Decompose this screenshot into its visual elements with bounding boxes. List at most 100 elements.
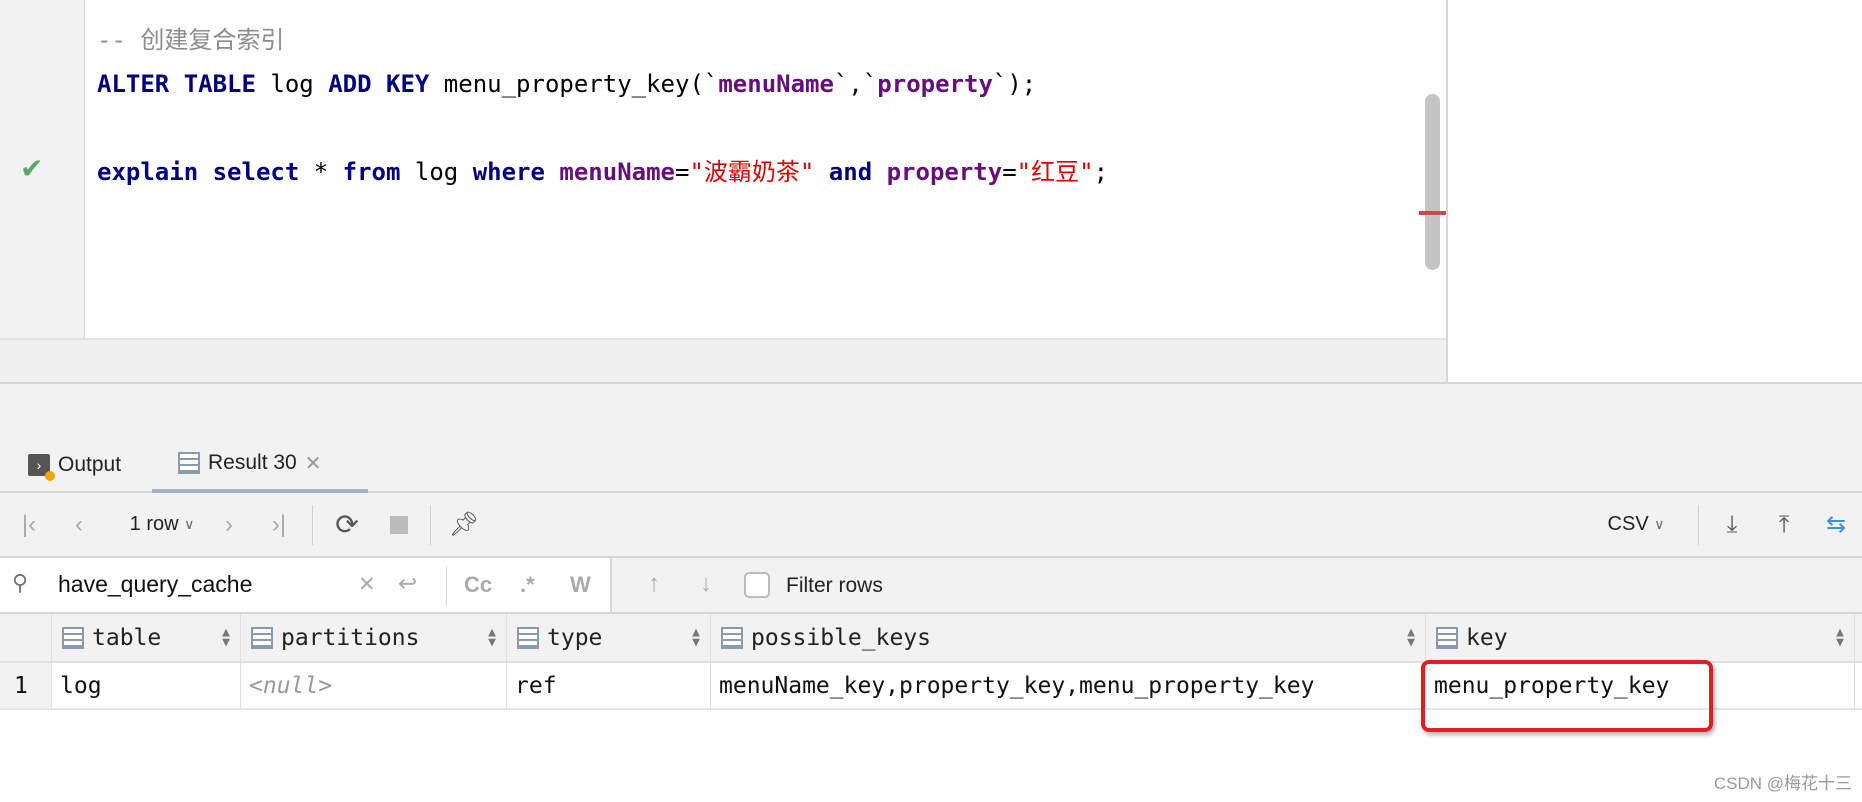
download-icon[interactable]: ⤓ bbox=[1716, 493, 1748, 556]
tab-label: Result 30 bbox=[208, 451, 297, 474]
column-icon bbox=[721, 626, 743, 649]
kw: where bbox=[472, 158, 545, 186]
highlight-annotation bbox=[1421, 660, 1713, 732]
column-icon bbox=[517, 626, 539, 649]
search-icon[interactable]: ⚲ bbox=[12, 570, 28, 596]
txt: `,` bbox=[833, 70, 878, 98]
result-toolbar: |‹ ‹ 1 row ∨ › ›| ⟳ 📌︎ CSV ∨ ⤓ ⤒ ⇆ bbox=[0, 493, 1862, 558]
separator bbox=[430, 505, 431, 545]
ident: menuName bbox=[718, 70, 834, 98]
clear-icon[interactable]: ✕ bbox=[358, 572, 376, 597]
chevron-down-icon: ∨ bbox=[1654, 516, 1665, 532]
ident: menuName bbox=[559, 158, 675, 186]
code-line-alter: ALTER TABLE log ADD KEY menu_property_ke… bbox=[97, 62, 1036, 106]
next-match-icon[interactable]: ↓ bbox=[700, 570, 712, 598]
txt: = bbox=[1002, 158, 1017, 186]
txt: ; bbox=[1093, 158, 1109, 186]
match-case-toggle[interactable]: Cc bbox=[464, 572, 492, 598]
column-header-type[interactable]: type ▲ ▼ bbox=[507, 614, 711, 661]
panel-divider[interactable] bbox=[1446, 0, 1448, 382]
txt: = bbox=[675, 158, 690, 186]
column-header-partitions[interactable]: partitions ▲ ▼ bbox=[241, 614, 507, 661]
sql-editor[interactable]: -- 创建复合索引 ALTER TABLE log ADD KEY menu_p… bbox=[86, 0, 1446, 338]
result-tabs: › Output Result 30 ✕ bbox=[0, 437, 1862, 493]
next-page-icon[interactable]: › bbox=[214, 493, 244, 556]
cell-possible-keys[interactable]: menuName_key,property_key,menu_property_… bbox=[711, 663, 1426, 708]
prev-page-icon[interactable]: ‹ bbox=[64, 493, 94, 556]
sort-icon[interactable]: ▲ ▼ bbox=[222, 626, 230, 649]
column-label: possible_keys bbox=[751, 624, 932, 651]
cell-table[interactable]: log bbox=[52, 663, 241, 708]
kw: from bbox=[342, 158, 401, 186]
editor-scrollbar[interactable] bbox=[1425, 94, 1440, 270]
table-header: table ▲ ▼ partitions ▲ ▼ type ▲ ▼ possible_key… bbox=[0, 614, 1862, 663]
separator bbox=[1698, 505, 1699, 545]
column-icon bbox=[62, 626, 84, 649]
panel-gap bbox=[0, 382, 1862, 437]
string: "红豆" bbox=[1016, 158, 1094, 186]
column-label: partitions bbox=[281, 624, 420, 651]
upload-icon[interactable]: ⤒ bbox=[1768, 493, 1800, 556]
txt: menu_property_key(` bbox=[429, 70, 719, 98]
filter-rows-checkbox[interactable] bbox=[744, 572, 770, 598]
refresh-icon[interactable]: ⟳ bbox=[330, 493, 364, 556]
close-icon[interactable]: ✕ bbox=[305, 451, 322, 476]
first-page-icon[interactable]: |‹ bbox=[14, 493, 44, 556]
code-line-explain: explain select * from log where menuName… bbox=[97, 150, 1108, 194]
table-icon bbox=[178, 452, 200, 474]
row-number: 1 bbox=[0, 663, 52, 708]
stop-icon[interactable] bbox=[384, 493, 414, 556]
format-dropdown[interactable]: CSV ∨ bbox=[1598, 493, 1674, 556]
rows-dropdown[interactable]: 1 row ∨ bbox=[112, 493, 212, 556]
sort-icon[interactable]: ▲ ▼ bbox=[1836, 626, 1844, 649]
error-stripe-mark[interactable] bbox=[1419, 211, 1446, 215]
ident: property bbox=[886, 158, 1003, 186]
sort-icon[interactable]: ▲ ▼ bbox=[692, 626, 700, 649]
column-label: table bbox=[92, 624, 162, 651]
chevron-down-icon: ∨ bbox=[184, 516, 195, 532]
column-label: key bbox=[1466, 624, 1508, 651]
ident: property bbox=[877, 70, 993, 98]
row-number-header bbox=[0, 614, 52, 661]
txt: * bbox=[299, 158, 343, 186]
column-header-possible-keys[interactable]: possible_keys ▲ ▼ bbox=[711, 614, 1426, 661]
txt: log bbox=[255, 70, 329, 98]
tab-label: Output bbox=[58, 453, 122, 476]
pin-icon[interactable]: 📌︎ bbox=[446, 493, 482, 556]
console-icon: › bbox=[28, 454, 55, 481]
search-row: ⚲ have_query_cache ✕ ↩ Cc .* W ↑ ↓ Filte… bbox=[0, 558, 1862, 614]
txt: log bbox=[400, 158, 473, 186]
format-label: CSV bbox=[1607, 513, 1649, 535]
tab-output[interactable]: › Output bbox=[28, 437, 121, 493]
txt: `); bbox=[992, 70, 1037, 98]
kw: explain select bbox=[97, 158, 300, 186]
sort-icon[interactable]: ▲ ▼ bbox=[488, 626, 496, 649]
search-box: ⚲ have_query_cache ✕ ↩ Cc .* W bbox=[0, 558, 612, 612]
separator bbox=[446, 566, 447, 606]
cell-partitions[interactable]: <null> bbox=[241, 663, 507, 708]
whole-word-toggle[interactable]: W bbox=[570, 572, 591, 598]
editor-gutter: ✔ bbox=[0, 0, 85, 338]
string: "波霸奶茶" bbox=[689, 158, 815, 186]
code-comment: -- 创建复合索引 bbox=[97, 26, 285, 54]
tab-result-30[interactable]: Result 30 ✕ bbox=[152, 437, 368, 493]
prev-match-icon[interactable]: ↑ bbox=[648, 570, 660, 598]
editor-footer bbox=[0, 338, 1446, 382]
column-header-key[interactable]: key ▲ ▼ bbox=[1426, 614, 1855, 661]
sort-icon[interactable]: ▲ ▼ bbox=[1407, 626, 1415, 649]
separator bbox=[312, 505, 313, 545]
column-header-table[interactable]: table ▲ ▼ bbox=[52, 614, 241, 661]
column-icon bbox=[1436, 626, 1458, 649]
replace-icon[interactable]: ↩ bbox=[398, 570, 417, 597]
check-icon: ✔ bbox=[20, 153, 44, 184]
cell-type[interactable]: ref bbox=[507, 663, 711, 708]
watermark: CSDN @梅花十三 bbox=[1713, 774, 1852, 793]
search-input[interactable]: have_query_cache bbox=[58, 571, 252, 598]
kw: and bbox=[814, 158, 887, 186]
last-page-icon[interactable]: ›| bbox=[264, 493, 294, 556]
regex-toggle[interactable]: .* bbox=[520, 572, 535, 598]
kw: ADD KEY bbox=[328, 70, 430, 98]
compare-icon[interactable]: ⇆ bbox=[1818, 493, 1854, 556]
filter-rows-label: Filter rows bbox=[786, 574, 883, 597]
rows-label: 1 row bbox=[129, 513, 179, 535]
